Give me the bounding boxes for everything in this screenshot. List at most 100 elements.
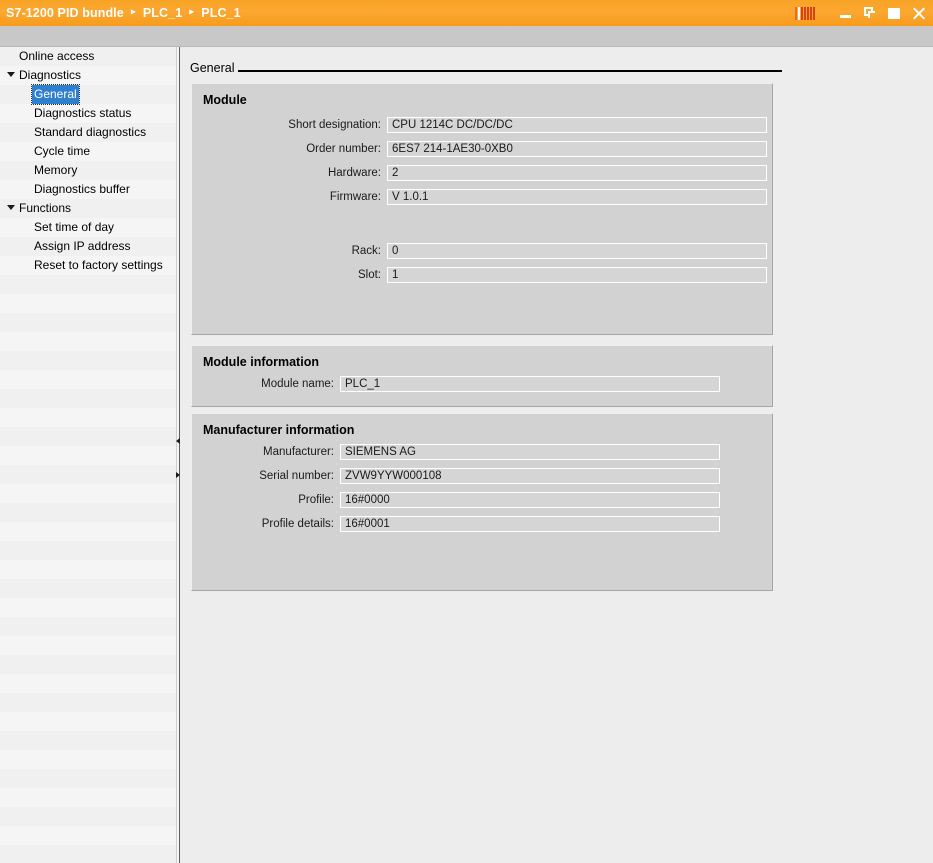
sidebar-item-reset-to-factory-settings[interactable]: Reset to factory settings [0,256,176,275]
sidebar-item-online-access[interactable]: Online access [0,47,176,66]
sidebar-row-stripe [0,636,176,655]
sidebar-item-cycle-time[interactable]: Cycle time [0,142,176,161]
field-serial-number-label: Serial number: [259,470,334,482]
sidebar-item-label: General [31,84,80,105]
breadcrumb: S7-1200 PID bundle ▸ PLC_1 ▸ PLC_1 [6,6,795,20]
sidebar-row-stripe [0,845,176,863]
sidebar-item-diagnostics-buffer[interactable]: Diagnostics buffer [0,180,176,199]
chevron-down-icon[interactable] [7,205,15,210]
field-order-number-label: Order number: [306,143,381,155]
sidebar-row-stripe [0,807,176,826]
breadcrumb-separator-icon: ▸ [130,6,136,18]
field-hardware: Hardware: 2 [192,165,767,181]
panel-manufacturer-information: Manufacturer information Manufacturer: S… [191,413,773,591]
sidebar-splitter[interactable] [176,47,180,863]
field-rack: Rack: 0 [192,243,767,259]
sidebar-item-label: Standard diagnostics [34,125,147,139]
sidebar-item-standard-diagnostics[interactable]: Standard diagnostics [0,123,176,142]
sidebar-item-label: Cycle time [34,144,91,158]
sidebar-row-stripe [0,693,176,712]
breadcrumb-separator-icon: ▸ [189,6,195,18]
sidebar-row-stripe [0,826,176,845]
sidebar-row-stripe [0,674,176,693]
breadcrumb-item-device[interactable]: PLC_1 [143,6,182,20]
field-firmware-value[interactable]: V 1.0.1 [387,189,767,205]
navigation-tree[interactable]: Online access Diagnostics General Diagnosti… [0,47,176,275]
field-profile-details-value[interactable]: 16#0001 [340,516,720,532]
sidebar-item-label: Diagnostics buffer [34,182,130,196]
page-title: General [190,61,782,75]
field-serial-number: Serial number: ZVW9YYW000108 [192,468,720,484]
sidebar-item-general[interactable]: General [0,84,176,105]
breadcrumb-item-project[interactable]: S7-1200 PID bundle [6,6,124,20]
field-profile-label: Profile: [298,494,334,506]
chevron-down-icon[interactable] [7,72,15,77]
breadcrumb-item-module[interactable]: PLC_1 [201,6,240,20]
sidebar-item-diagnostics[interactable]: Diagnostics [0,66,176,85]
sidebar-row-stripe [0,370,176,389]
sidebar-row-stripe [0,655,176,674]
minimize-icon [840,14,851,18]
sidebar-item-assign-ip-address[interactable]: Assign IP address [0,237,176,256]
sidebar-item-set-time-of-day[interactable]: Set time of day [0,218,176,237]
page-title-label: General [190,61,235,75]
maximize-button[interactable] [887,6,902,21]
sidebar-item-label: Online access [19,49,95,63]
close-icon [912,6,926,20]
field-order-number: Order number: 6ES7 214-1AE30-0XB0 [192,141,767,157]
sidebar-row-stripe [0,503,176,522]
sidebar-row-stripe [0,560,176,579]
sidebar-item-label: Reset to factory settings [34,258,163,272]
sidebar-item-functions[interactable]: Functions [0,199,176,218]
panel-module-information-title: Module information [203,355,319,369]
splitter-expand-button[interactable] [173,471,182,480]
field-profile-value[interactable]: 16#0000 [340,492,720,508]
sidebar-row-stripe [0,408,176,427]
sidebar-item-diagnostics-status[interactable]: Diagnostics status [0,104,176,123]
sidebar-row-stripe [0,769,176,788]
field-firmware-label: Firmware: [329,191,381,203]
restore-icon [864,6,875,18]
page-title-rule [238,70,782,72]
sidebar-item-memory[interactable]: Memory [0,161,176,180]
field-hardware-value[interactable]: 2 [387,165,767,181]
field-firmware: Firmware: V 1.0.1 [192,189,767,205]
field-manufacturer-value[interactable]: SIEMENS AG [340,444,720,460]
triangle-left-icon [176,438,180,444]
sidebar-row-stripe [0,522,176,541]
sidebar-row-stripe [0,788,176,807]
field-hardware-label: Hardware: [327,167,381,179]
sidebar-row-stripe [0,579,176,598]
restore-button[interactable] [863,6,878,21]
sidebar-row-stripe [0,712,176,731]
field-rack-value[interactable]: 0 [387,243,767,259]
sidebar-row-stripe [0,351,176,370]
bars-icon [795,6,816,20]
sidebar-row-stripe [0,484,176,503]
field-module-name: Module name: PLC_1 [192,376,720,392]
triangle-right-icon [176,472,180,478]
field-short-designation-value[interactable]: CPU 1214C DC/DC/DC [387,117,767,133]
panel-manufacturer-information-title: Manufacturer information [203,423,355,437]
navigation-sidebar[interactable]: Online access Diagnostics General Diagnosti… [0,47,176,863]
sidebar-row-stripe [0,598,176,617]
close-button[interactable] [911,6,926,21]
maximize-icon [888,7,900,19]
sidebar-item-label: Set time of day [34,220,115,234]
sidebar-row-stripe [0,313,176,332]
sidebar-row-stripe [0,294,176,313]
field-order-number-value[interactable]: 6ES7 214-1AE30-0XB0 [387,141,767,157]
splitter-collapse-button[interactable] [173,437,182,446]
field-slot-value[interactable]: 1 [387,267,767,283]
field-module-name-value[interactable]: PLC_1 [340,376,720,392]
title-bar: S7-1200 PID bundle ▸ PLC_1 ▸ PLC_1 [0,0,933,26]
sidebar-row-stripe [0,332,176,351]
toolbar-band [0,26,933,47]
field-rack-label: Rack: [351,245,381,257]
minimize-button[interactable] [839,6,854,21]
field-serial-number-value[interactable]: ZVW9YYW000108 [340,468,720,484]
sidebar-row-stripe [0,750,176,769]
sidebar-item-label: Memory [34,163,78,177]
sidebar-item-label: Functions [19,201,72,215]
sidebar-row-stripe [0,446,176,465]
